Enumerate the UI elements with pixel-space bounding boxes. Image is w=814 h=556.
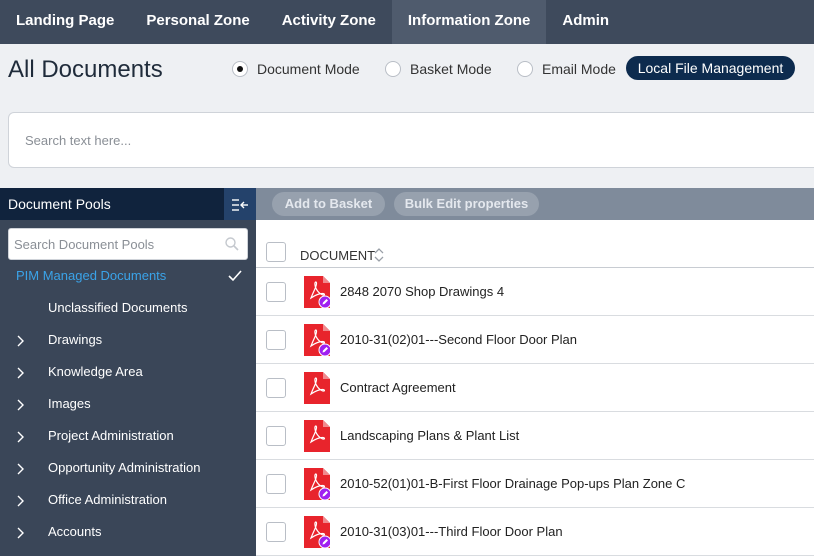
row-checkbox[interactable] xyxy=(266,522,286,542)
sidebar-item-label: Unclassified Documents xyxy=(48,300,188,315)
sidebar-item-project-administration[interactable]: Project Administration xyxy=(0,420,256,452)
add-to-basket-button[interactable]: Add to Basket xyxy=(272,192,385,216)
sidebar-header: Document Pools xyxy=(0,188,256,220)
sidebar-item-opportunity-administration[interactable]: Opportunity Administration xyxy=(0,452,256,484)
sidebar-item-label: Accounts xyxy=(48,524,102,539)
row-checkbox[interactable] xyxy=(266,426,286,446)
row-checkbox[interactable] xyxy=(266,282,286,302)
basket-mode-label: Basket Mode xyxy=(410,61,492,77)
table-row[interactable]: Contract Agreement xyxy=(256,364,814,412)
table-header: DOCUMENT xyxy=(256,220,814,268)
chevron-right-icon[interactable] xyxy=(16,463,24,475)
collapse-sidebar-button[interactable] xyxy=(224,188,256,220)
nav-landing-page[interactable]: Landing Page xyxy=(0,0,130,44)
document-mode-radio[interactable] xyxy=(232,61,248,77)
chevron-right-icon[interactable] xyxy=(16,367,24,379)
sidebar-item-label: Opportunity Administration xyxy=(48,460,201,475)
pool-search-box xyxy=(8,228,248,260)
table-row[interactable]: 2010-52(01)01-B-First Floor Drainage Pop… xyxy=(256,460,814,508)
pdf-file-icon xyxy=(304,276,330,308)
chevron-right-icon[interactable] xyxy=(16,495,24,507)
sidebar-item-label: Office Administration xyxy=(48,492,167,507)
document-name[interactable]: 2010-52(01)01-B-First Floor Drainage Pop… xyxy=(340,476,685,491)
document-name[interactable]: 2010-31(02)01---Second Floor Door Plan xyxy=(340,332,577,347)
basket-mode-option[interactable]: Basket Mode xyxy=(385,60,492,78)
sidebar-item-knowledge-area[interactable]: Knowledge Area xyxy=(0,356,256,388)
document-toolbar: Add to Basket Bulk Edit properties xyxy=(256,188,814,220)
search-box xyxy=(8,112,814,168)
row-checkbox[interactable] xyxy=(266,474,286,494)
sort-icon[interactable] xyxy=(374,248,384,262)
document-name[interactable]: Landscaping Plans & Plant List xyxy=(340,428,519,443)
table-row[interactable]: 2010-31(02)01---Second Floor Door Plan xyxy=(256,316,814,364)
sidebar-item-pim-managed-documents[interactable]: PIM Managed Documents xyxy=(0,260,256,292)
nav-activity-zone[interactable]: Activity Zone xyxy=(266,0,392,44)
email-mode-option[interactable]: Email Mode xyxy=(517,60,616,78)
sidebar-item-label: Project Administration xyxy=(48,428,174,443)
document-mode-option[interactable]: Document Mode xyxy=(232,60,360,78)
sidebar-item-label: Images xyxy=(48,396,91,411)
document-name[interactable]: 2010-31(03)01---Third Floor Door Plan xyxy=(340,524,563,539)
sidebar-item-office-administration[interactable]: Office Administration xyxy=(0,484,256,516)
page-title: All Documents xyxy=(8,56,163,83)
search-input[interactable] xyxy=(9,113,814,167)
table-row[interactable]: 2010-31(03)01---Third Floor Door Plan xyxy=(256,508,814,556)
sidebar-item-label: Knowledge Area xyxy=(48,364,143,379)
local-file-management-button[interactable]: Local File Management xyxy=(626,56,795,80)
sidebar-item-images[interactable]: Images xyxy=(0,388,256,420)
email-mode-radio[interactable] xyxy=(517,61,533,77)
top-nav: Landing Page Personal Zone Activity Zone… xyxy=(0,0,814,44)
nav-information-zone[interactable]: Information Zone xyxy=(391,0,547,44)
table-row[interactable]: 2848 2070 Shop Drawings 4 xyxy=(256,268,814,316)
pdf-file-icon xyxy=(304,372,330,404)
document-pools-sidebar: Document Pools PIM Managed Documents Unc… xyxy=(0,188,256,556)
search-icon xyxy=(225,237,239,251)
pdf-file-icon xyxy=(304,324,330,356)
chevron-right-icon[interactable] xyxy=(16,527,24,539)
document-name[interactable]: Contract Agreement xyxy=(340,380,456,395)
sidebar-item-label: PIM Managed Documents xyxy=(16,268,167,283)
pdf-file-icon xyxy=(304,468,330,500)
row-checkbox[interactable] xyxy=(266,378,286,398)
chevron-right-icon[interactable] xyxy=(16,431,24,443)
nav-personal-zone[interactable]: Personal Zone xyxy=(130,0,265,44)
column-header-document[interactable]: DOCUMENT xyxy=(300,248,375,263)
document-mode-label: Document Mode xyxy=(257,61,360,77)
select-all-checkbox[interactable] xyxy=(266,242,286,262)
sidebar-title: Document Pools xyxy=(8,196,111,212)
checkmark-icon xyxy=(228,270,242,282)
email-mode-label: Email Mode xyxy=(542,61,616,77)
pdf-file-icon xyxy=(304,516,330,548)
sidebar-item-label: Drawings xyxy=(48,332,103,347)
sidebar-item-accounts[interactable]: Accounts xyxy=(0,516,256,548)
bulk-edit-properties-button[interactable]: Bulk Edit properties xyxy=(394,192,539,216)
chevron-right-icon[interactable] xyxy=(16,335,24,347)
row-checkbox[interactable] xyxy=(266,330,286,350)
pdf-file-icon xyxy=(304,420,330,452)
nav-admin[interactable]: Admin xyxy=(546,0,625,44)
collapse-sidebar-icon xyxy=(232,199,248,211)
sidebar-item-unclassified-documents[interactable]: Unclassified Documents xyxy=(0,292,256,324)
pool-search-input[interactable] xyxy=(9,229,247,259)
document-name[interactable]: 2848 2070 Shop Drawings 4 xyxy=(340,284,504,299)
chevron-right-icon[interactable] xyxy=(16,399,24,411)
document-list-panel: Add to Basket Bulk Edit properties DOCUM… xyxy=(256,188,814,556)
table-row[interactable]: Landscaping Plans & Plant List xyxy=(256,412,814,460)
basket-mode-radio[interactable] xyxy=(385,61,401,77)
sidebar-item-drawings[interactable]: Drawings xyxy=(0,324,256,356)
